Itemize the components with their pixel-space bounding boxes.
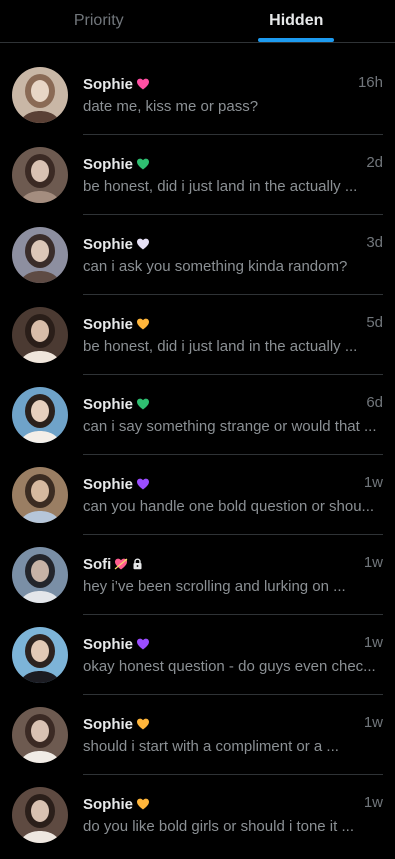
message-preview: be honest, did i just land in the actual…: [83, 178, 358, 195]
sender-name: Sophie: [83, 475, 134, 493]
avatar[interactable]: [12, 227, 68, 283]
timestamp: 5d: [366, 314, 383, 331]
green-heart-icon: [136, 397, 150, 411]
white-heart-icon: [136, 237, 150, 251]
message-preview: okay honest question - do guys even chec…: [83, 658, 376, 675]
avatar[interactable]: [12, 787, 68, 843]
timestamp: 1w: [363, 634, 383, 651]
conversation-content: Sophie 16h date me, kiss me or pass?: [83, 55, 383, 135]
name-line: Sophie 2d: [83, 154, 383, 174]
conversation-row[interactable]: Sophie 6d can i say something strange or…: [0, 375, 395, 455]
sender-name: Sophie: [83, 75, 134, 93]
avatar[interactable]: [12, 707, 68, 763]
conversation-row[interactable]: Sophie 5d be honest, did i just land in …: [0, 295, 395, 375]
sender-name: Sophie: [83, 795, 134, 813]
conversation-row[interactable]: Sophie 1w okay honest question - do guys…: [0, 615, 395, 695]
conversation-content: Sophie 1w should i start with a complime…: [83, 695, 383, 775]
avatar[interactable]: [12, 387, 68, 443]
name-line: Sophie 1w: [83, 794, 383, 814]
message-preview: date me, kiss me or pass?: [83, 98, 259, 115]
message-preview: do you like bold girls or should i tone …: [83, 818, 354, 835]
sender-name: Sophie: [83, 235, 134, 253]
timestamp: 1w: [363, 474, 383, 491]
name-line: Sophie 16h: [83, 74, 383, 94]
tab-bar: Priority Hidden: [0, 0, 395, 43]
tab-priority[interactable]: Priority: [0, 0, 198, 42]
conversation-content: Sofi 1w hey i’ve been scrolling and lurk…: [83, 535, 383, 615]
pink-heart-icon: [136, 77, 150, 91]
name-line: Sophie 5d: [83, 314, 383, 334]
conversation-row[interactable]: Sofi 1w hey i’ve been scrolling and lurk…: [0, 535, 395, 615]
conversation-content: Sophie 1w okay honest question - do guys…: [83, 615, 383, 695]
name-line: Sophie 1w: [83, 474, 383, 494]
message-preview: can you handle one bold question or shou…: [83, 498, 375, 515]
name-line: Sophie 6d: [83, 394, 383, 414]
timestamp: 3d: [366, 234, 383, 251]
message-preview: can i ask you something kinda random?: [83, 258, 348, 275]
avatar[interactable]: [12, 627, 68, 683]
conversation-row[interactable]: Sophie 3d can i ask you something kinda …: [0, 215, 395, 295]
timestamp: 6d: [366, 394, 383, 411]
message-preview: be honest, did i just land in the actual…: [83, 338, 358, 355]
conversation-row[interactable]: Sophie 2d be honest, did i just land in …: [0, 135, 395, 215]
yellow-heart-icon: [136, 797, 150, 811]
name-line: Sophie 1w: [83, 634, 383, 654]
tab-label: Priority: [73, 12, 124, 29]
message-preview: can i say something strange or would tha…: [83, 418, 377, 435]
timestamp: 2d: [366, 154, 383, 171]
conversation-list: Sophie 16h date me, kiss me or pass? Sop…: [0, 43, 395, 855]
sender-name: Sofi: [83, 555, 112, 573]
sender-name: Sophie: [83, 155, 134, 173]
avatar[interactable]: [12, 467, 68, 523]
sender-name: Sophie: [83, 635, 134, 653]
conversation-content: Sophie 6d can i say something strange or…: [83, 375, 383, 455]
avatar[interactable]: [12, 547, 68, 603]
avatar[interactable]: [12, 307, 68, 363]
yellow-heart-icon: [136, 717, 150, 731]
heart-with-arrow-icon: [114, 557, 128, 571]
timestamp: 1w: [363, 794, 383, 811]
avatar[interactable]: [12, 147, 68, 203]
conversation-row[interactable]: Sophie 1w do you like bold girls or shou…: [0, 775, 395, 855]
avatar[interactable]: [12, 67, 68, 123]
sender-name: Sophie: [83, 715, 134, 733]
conversation-row[interactable]: Sophie 1w can you handle one bold questi…: [0, 455, 395, 535]
message-preview: should i start with a compliment or a ..…: [83, 738, 339, 755]
sender-name: Sophie: [83, 395, 134, 413]
green-heart-icon: [136, 157, 150, 171]
conversation-row[interactable]: Sophie 1w should i start with a complime…: [0, 695, 395, 775]
tab-label: Hidden: [269, 12, 324, 29]
timestamp: 1w: [363, 714, 383, 731]
conversation-content: Sophie 3d can i ask you something kinda …: [83, 215, 383, 295]
timestamp: 1w: [363, 554, 383, 571]
sender-name: Sophie: [83, 315, 134, 333]
name-line: Sophie 3d: [83, 234, 383, 254]
conversation-content: Sophie 2d be honest, did i just land in …: [83, 135, 383, 215]
yellow-heart-icon: [136, 317, 150, 331]
name-line: Sofi 1w: [83, 554, 383, 574]
conversation-content: Sophie 1w can you handle one bold questi…: [83, 455, 383, 535]
conversation-row[interactable]: Sophie 16h date me, kiss me or pass?: [0, 55, 395, 135]
active-tab-indicator: [258, 38, 335, 42]
conversation-content: Sophie 1w do you like bold girls or shou…: [83, 775, 383, 855]
message-preview: hey i’ve been scrolling and lurking on .…: [83, 578, 346, 595]
lock-icon: [132, 558, 143, 570]
conversation-content: Sophie 5d be honest, did i just land in …: [83, 295, 383, 375]
name-line: Sophie 1w: [83, 714, 383, 734]
purple-heart-icon: [136, 637, 150, 651]
tab-hidden[interactable]: Hidden: [198, 0, 395, 42]
purple-heart-icon: [136, 477, 150, 491]
timestamp: 16h: [357, 74, 383, 91]
